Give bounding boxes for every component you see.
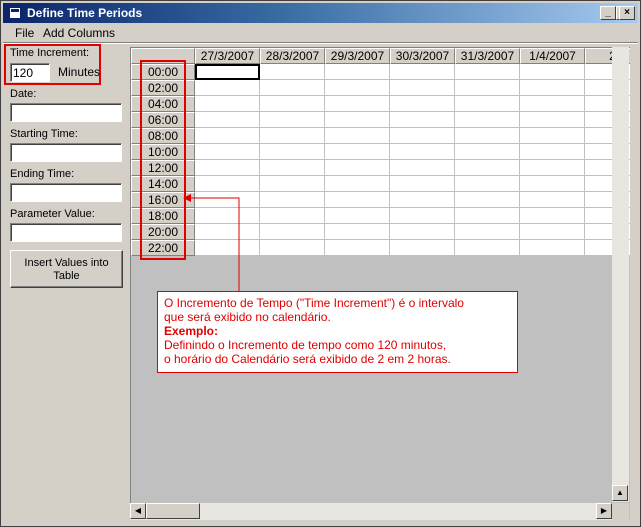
annotation-callout: O Incremento de Tempo ("Time Increment")… xyxy=(157,291,518,373)
callout-line-1: O Incremento de Tempo ("Time Increment")… xyxy=(164,296,464,310)
callout-line-5: o horário do Calendário será exibido de … xyxy=(164,352,451,366)
callout-line-2: que será exibido no calendário. xyxy=(164,310,331,324)
callout-example-heading: Exemplo: xyxy=(164,324,219,338)
annotation-arrow-icon xyxy=(183,194,240,291)
main-window: Define Time Periods _ □ × File Add Colum… xyxy=(0,0,641,527)
callout-line-4: Definindo o Incremento de tempo como 120… xyxy=(164,338,447,352)
